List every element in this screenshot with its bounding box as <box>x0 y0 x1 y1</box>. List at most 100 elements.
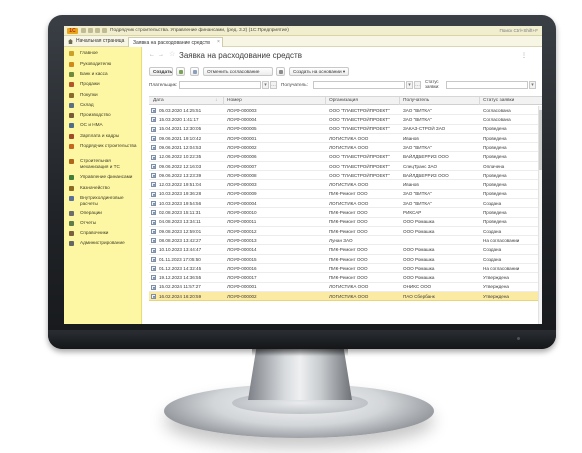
table-row[interactable]: 04.08.2023 13:34:11 ЛОУФ-000011 ПИК-Ремонт… <box>149 218 542 227</box>
payer-open-button[interactable]: … <box>270 81 277 89</box>
star-icon[interactable] <box>102 28 107 33</box>
sidebar-item-label: Справочники <box>80 230 109 235</box>
column-header-status[interactable]: Статус заявки <box>483 98 514 103</box>
create-button[interactable]: Создать <box>149 67 173 76</box>
cell-recipient: ВАЙЛДБЕРРИЗ ООО <box>403 172 449 178</box>
table-row[interactable]: 15.04.2021 12:30:05 ЛОУФ-000005 ООО "ГЛАВС… <box>149 125 542 134</box>
table-row[interactable]: 10.10.2023 13:44:47 ЛОУФ-000014 ПИК-Ремонт… <box>149 246 542 255</box>
cell-date: 19.12.2023 14:36:55 <box>159 275 202 281</box>
cell-number: ЛОУФ-000016 <box>227 265 257 271</box>
sidebar-item-label: Управление финансами <box>80 174 133 179</box>
table-row[interactable]: 09.06.2022 13:23:39 ЛОУФ-000008 ООО "ГЛАВС… <box>149 171 542 181</box>
payer-label: Плательщик: <box>149 82 178 87</box>
cell-number: ЛОУФ-000010 <box>227 210 257 216</box>
payer-select-button[interactable]: ▾ <box>262 81 269 89</box>
global-search[interactable]: Поиск Ctrl+Shift+F <box>499 28 538 33</box>
payer-field[interactable] <box>179 81 261 89</box>
column-header-date[interactable]: Дата <box>153 98 164 103</box>
cell-status: Проведена <box>483 191 507 197</box>
recipient-label: Получатель: <box>281 82 308 87</box>
home-icon <box>69 51 74 56</box>
cell-status: Утверждена <box>483 284 509 290</box>
table-row[interactable]: 01.11.2023 17:05:50 ЛОУФ-000015 ПИК-Ремонт… <box>149 255 542 265</box>
cell-date: 01.11.2023 17:05:50 <box>159 256 201 262</box>
cell-organization: ЛОГИСТИКА ООО <box>329 200 369 206</box>
holding-icon <box>69 196 74 201</box>
status-select-button[interactable]: ▾ <box>529 81 536 89</box>
back-arrow-icon[interactable]: ← <box>149 52 155 58</box>
column-header-recipient[interactable]: Получатель <box>403 98 429 103</box>
cancel-approval-button[interactable]: Отменить согласование <box>203 67 273 76</box>
tab-home[interactable]: Начальная страница <box>76 38 124 44</box>
cell-status: Утверждена <box>483 293 509 299</box>
cell-date: 12.03.2022 19:51:04 <box>159 182 202 188</box>
menu-icon[interactable] <box>81 28 86 33</box>
recipient-field[interactable] <box>313 81 405 89</box>
table-row[interactable]: 15.03.2020 1:41:17 ЛОУФ-000004 ООО "ГЛАВСТ… <box>149 115 542 125</box>
forward-icon[interactable] <box>95 28 100 33</box>
status-field[interactable] <box>446 81 528 89</box>
close-icon[interactable]: × <box>217 39 220 45</box>
cell-organization: ПИК-Ремонт ООО <box>329 247 368 253</box>
more-icon[interactable]: ⋮ <box>521 52 527 59</box>
cell-status: Проведена <box>483 210 507 216</box>
app-logo-icon: 1С <box>67 28 78 34</box>
recipient-open-button[interactable]: … <box>414 81 421 89</box>
cell-date: 10.03.2023 19:36:28 <box>159 191 202 197</box>
refresh-button[interactable] <box>176 67 185 76</box>
document-icon <box>151 191 156 197</box>
cell-recipient: Иванов <box>403 182 419 188</box>
sort-icon[interactable]: ↓ <box>215 98 217 103</box>
scrollbar-thumb[interactable] <box>539 110 542 170</box>
table-row[interactable]: 10.03.2023 19:54:56 ЛОУФ-000004 ЛОГИСТИКА … <box>149 199 542 209</box>
table-row[interactable]: 16.02.2024 16:20:59 ЛОУФ-000002 ЛОГИСТИКА … <box>149 292 542 302</box>
cell-number: ЛОУФ-000012 <box>227 228 257 234</box>
table-row[interactable]: 05.03.2020 14:25:51 ЛОУФ-000003 ООО "ГЛАВС… <box>149 106 542 116</box>
column-header-organization[interactable]: Организация <box>329 98 358 103</box>
document-icon <box>151 238 156 244</box>
document-icon <box>151 256 156 262</box>
page-title: Заявка на расходование средств <box>179 51 302 60</box>
sidebar-item-label: Склад <box>80 102 94 107</box>
table-row[interactable]: 02.08.2023 15:11:31 ЛОУФ-000010 ПИК-Ремонт… <box>149 208 542 218</box>
table-row[interactable]: 12.06.2022 10:22:35 ЛОУФ-000006 ООО "ГЛАВС… <box>149 153 542 162</box>
cell-recipient: ООО Ромашка <box>403 228 435 234</box>
table-row[interactable]: 09.08.2023 12:59:01 ЛОУФ-000012 ПИК-Ремонт… <box>149 227 542 237</box>
cell-number: ЛОУФ-000001 <box>227 135 257 141</box>
home-icon[interactable] <box>68 39 73 44</box>
favorite-star-icon[interactable]: ☆ <box>169 51 175 58</box>
cell-recipient: РИКСАР <box>403 210 422 216</box>
table-row[interactable]: 09.06.2022 12:16:03 ЛОУФ-000007 ООО "ГЛАВС… <box>149 162 542 172</box>
cell-recipient: ЗАО "ВИТКА" <box>403 107 432 113</box>
crane-icon <box>69 159 74 164</box>
table-row[interactable]: 08.08.2023 13:42:27 ЛОУФ-000013 Лунан ЗАО Н… <box>149 236 542 246</box>
table-row[interactable]: 09.06.2021 19:10:42 ЛОУФ-000001 ЛОГИСТИКА … <box>149 134 542 144</box>
table-row[interactable]: 01.12.2023 14:32:45 ЛОУФ-000016 ПИК-Ремонт… <box>149 264 542 274</box>
builder-icon <box>69 144 74 149</box>
column-header-number[interactable]: Номер <box>227 98 242 103</box>
table-scrollbar[interactable] <box>538 106 542 324</box>
document-icon <box>151 201 156 206</box>
create-based-on-button[interactable]: Создать на основании ▾ <box>289 67 349 76</box>
sidebar-item-label: Казначейство <box>80 185 110 190</box>
copy-icon <box>193 70 197 74</box>
tab-active[interactable]: Заявка на расходование средств × <box>128 37 223 47</box>
copy-button[interactable] <box>190 67 199 76</box>
back-icon[interactable] <box>88 28 93 33</box>
document-icon <box>151 154 156 160</box>
forward-arrow-icon[interactable]: → <box>158 52 164 58</box>
operations-icon <box>69 211 74 216</box>
table-row[interactable]: 15.02.2024 11:57:27 ЛОУФ-000001 ЛОГИСТИКА … <box>149 283 542 292</box>
basket-icon <box>69 93 74 98</box>
document-icon <box>151 173 156 179</box>
cell-date: 09.08.2023 12:59:01 <box>159 228 202 234</box>
table-row[interactable]: 09.06.2021 12:04:53 ЛОУФ-000002 ЛОГИСТИКА … <box>149 143 542 153</box>
cell-date: 09.06.2021 12:04:53 <box>159 144 202 150</box>
table-row[interactable]: 10.03.2023 19:36:28 ЛОУФ-000009 ПИК-Ремонт… <box>149 190 542 199</box>
recipient-select-button[interactable]: ▾ <box>406 81 413 89</box>
document-icon <box>151 210 156 216</box>
structure-button[interactable] <box>276 67 285 76</box>
table-row[interactable]: 12.03.2022 19:51:04 ЛОУФ-000003 ЛОГИСТИКА … <box>149 180 542 190</box>
document-icon <box>151 247 156 253</box>
table-row[interactable]: 19.12.2023 14:36:55 ЛОУФ-000017 ПИК-Ремонт… <box>149 273 542 283</box>
